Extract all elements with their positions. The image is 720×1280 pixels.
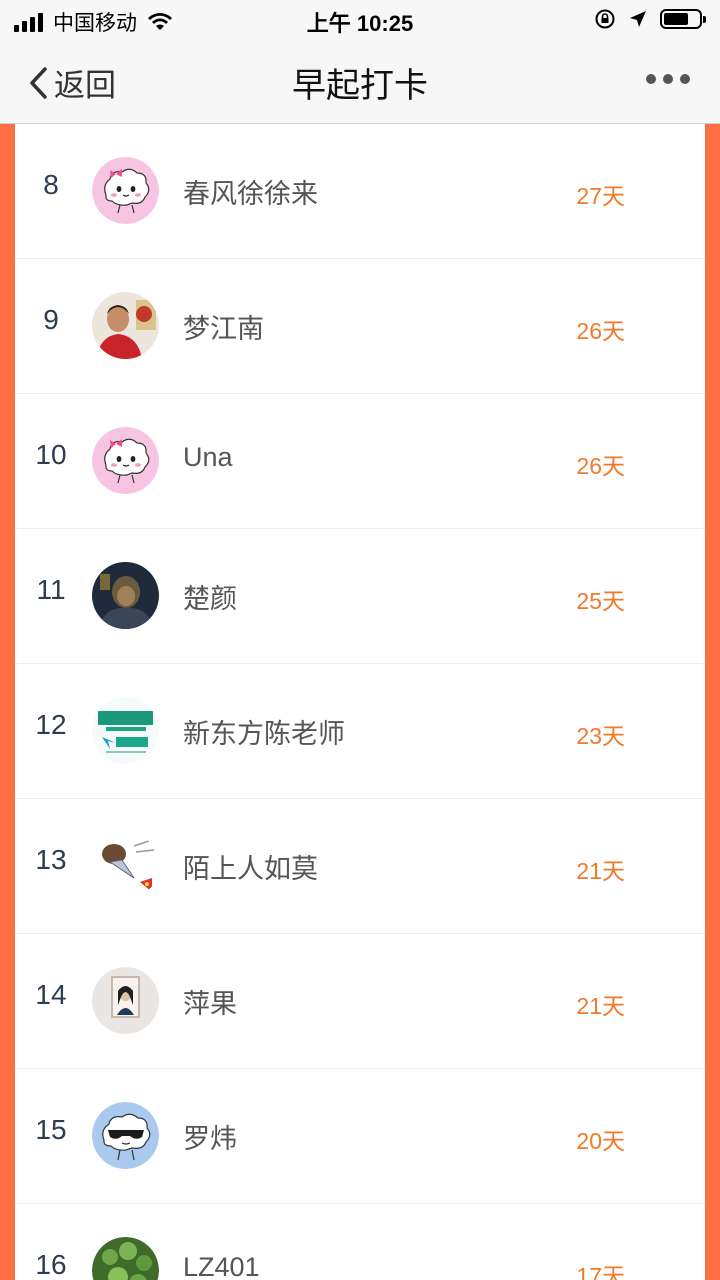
list-item[interactable]: 16 LZ401 17天 [15,1204,705,1280]
xdf-logo-avatar [92,697,159,764]
photo-avatar [92,292,159,359]
rank-number: 14 [35,979,67,1010]
rank-number: 10 [35,439,67,470]
page-title: 早起打卡 [292,67,428,105]
rank-number: 13 [35,844,67,875]
list-item[interactable]: 10 Una 26天 [15,394,705,529]
user-name: 罗炜 [183,1124,237,1154]
nav-bar: 返回 早起打卡 [0,40,720,124]
cloud-pink-avatar [92,157,159,224]
days-count: 23天 [576,723,625,749]
days-count: 27天 [576,183,625,209]
days-count: 26天 [576,453,625,479]
list-item[interactable]: 12 新东方陈老师 23天 [15,664,705,799]
list-item[interactable]: 9 梦江南 26天 [15,259,705,394]
plant-avatar [92,1237,159,1280]
user-name: 新东方陈老师 [183,719,345,749]
cartoon-avatar [92,832,159,899]
status-bar: 中国移动 上午 10:25 [0,0,720,40]
rank-number: 9 [43,304,59,335]
portrait-avatar [92,967,159,1034]
ranking-list: 8 春风徐徐来 27天 9 梦江南 26天 10 Una 26天 11 楚颜 2… [15,124,705,1280]
days-count: 21天 [576,858,625,884]
dot-icon [680,74,690,84]
days-count: 25天 [576,588,625,614]
user-name: LZ401 [183,1252,260,1280]
days-count: 26天 [576,318,625,344]
dark-photo-avatar [92,562,159,629]
user-name: 萍果 [183,989,237,1019]
user-name: 梦江南 [183,314,264,344]
list-item[interactable]: 11 楚颜 25天 [15,529,705,664]
user-name: Una [183,442,233,472]
cloud-sunglasses-avatar [92,1102,159,1169]
rank-number: 16 [35,1249,67,1280]
list-item[interactable]: 15 罗炜 20天 [15,1069,705,1204]
more-button[interactable] [646,74,690,84]
battery-icon [660,9,706,29]
rank-number: 15 [35,1114,67,1145]
list-item[interactable]: 8 春风徐徐来 27天 [15,124,705,259]
user-name: 楚颜 [183,584,237,614]
cloud-pink-avatar [92,427,159,494]
user-name: 陌上人如莫 [183,854,318,884]
days-count: 17天 [576,1263,625,1280]
rank-number: 8 [43,169,59,200]
rank-number: 11 [36,574,66,605]
list-item[interactable]: 13 陌上人如莫 21天 [15,799,705,934]
user-name: 春风徐徐来 [183,179,318,209]
dot-icon [663,74,673,84]
location-icon [630,11,646,27]
rank-number: 12 [35,709,67,740]
days-count: 20天 [576,1128,625,1154]
days-count: 21天 [576,993,625,1019]
rotation-lock-icon [595,9,615,29]
dot-icon [646,74,656,84]
list-item[interactable]: 14 萍果 21天 [15,934,705,1069]
status-right [594,8,706,30]
